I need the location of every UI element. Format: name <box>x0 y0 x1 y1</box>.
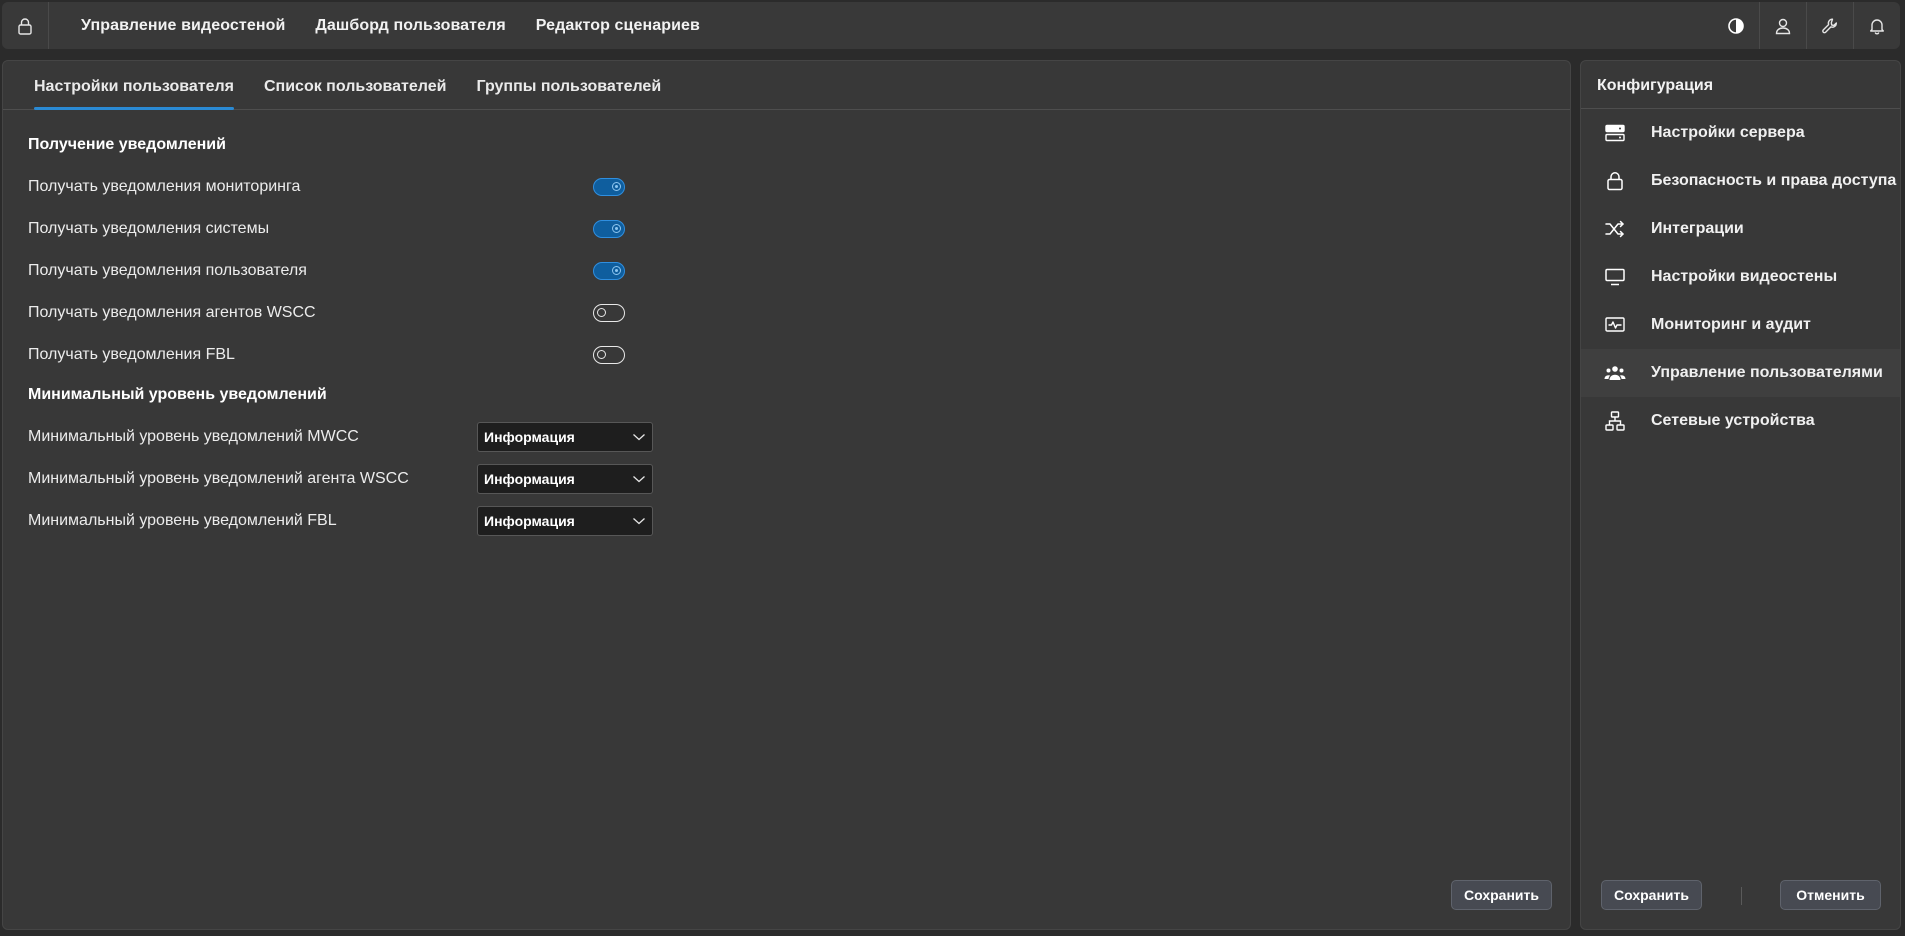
bell-icon <box>1868 17 1886 35</box>
activity-icon <box>1603 316 1627 334</box>
chevron-down-icon <box>632 515 646 527</box>
sidebar-list: Настройки сервера Безопасность и права д… <box>1581 109 1900 445</box>
select-value: Информация <box>484 429 575 445</box>
setting-row: Получать уведомления пользователя <box>28 250 628 292</box>
sidebar-item-user-management[interactable]: Управление пользователями <box>1581 349 1900 397</box>
sidebar-cancel-button[interactable]: Отменить <box>1780 880 1881 910</box>
users-icon <box>1603 364 1627 382</box>
shuffle-icon <box>1603 220 1627 238</box>
sidebar-item-integrations[interactable]: Интеграции <box>1581 205 1900 253</box>
sidebar-item-videowall-settings[interactable]: Настройки видеостены <box>1581 253 1900 301</box>
nav-videowall[interactable]: Управление видеостеной <box>81 17 285 35</box>
select-level-fbl[interactable]: Информация <box>477 506 653 536</box>
config-sidebar: Конфигурация Настройки сервера Безопасно <box>1580 60 1901 930</box>
lock-button[interactable] <box>2 2 49 49</box>
theme-contrast-icon <box>1727 17 1745 35</box>
top-right-icons <box>1713 2 1900 49</box>
sidebar-item-server-settings[interactable]: Настройки сервера <box>1581 109 1900 157</box>
toggle-monitoring[interactable] <box>593 178 625 196</box>
theme-toggle-button[interactable] <box>1713 2 1759 49</box>
top-bar: Управление видеостеной Дашборд пользоват… <box>2 2 1900 49</box>
setting-label: Минимальный уровень уведомлений MWCC <box>28 428 359 445</box>
sidebar-save-button[interactable]: Сохранить <box>1601 880 1702 910</box>
setting-label: Получать уведомления мониторинга <box>28 178 301 195</box>
monitor-icon <box>1603 268 1627 286</box>
setting-label: Получать уведомления пользователя <box>28 262 307 279</box>
tab-user-list[interactable]: Список пользователей <box>264 78 447 109</box>
user-icon <box>1774 17 1792 35</box>
toggle-user[interactable] <box>593 262 625 280</box>
setting-row: Получать уведомления мониторинга <box>28 166 628 208</box>
sidebar-item-monitoring-audit[interactable]: Мониторинг и аудит <box>1581 301 1900 349</box>
sidebar-item-label: Сетевые устройства <box>1651 412 1815 429</box>
notifications-button[interactable] <box>1853 2 1900 49</box>
lock-icon <box>17 17 33 35</box>
setting-label: Минимальный уровень уведомлений FBL <box>28 512 337 529</box>
toggle-wscc-agents[interactable] <box>593 304 625 322</box>
select-level-wscc-agent[interactable]: Информация <box>477 464 653 494</box>
setting-label: Минимальный уровень уведомлений агента W… <box>28 470 409 487</box>
setting-label: Получать уведомления агентов WSCC <box>28 304 316 321</box>
sidebar-item-label: Безопасность и права доступа <box>1651 172 1897 189</box>
setting-row: Минимальный уровень уведомлений FBL Инфо… <box>28 500 653 542</box>
settings-content: Получение уведомлений Получать уведомлен… <box>3 110 1570 542</box>
select-value: Информация <box>484 471 575 487</box>
sidebar-item-security[interactable]: Безопасность и права доступа <box>1581 157 1900 205</box>
nav-scenario-editor[interactable]: Редактор сценариев <box>536 17 700 35</box>
setting-label: Получать уведомления системы <box>28 220 270 237</box>
sidebar-item-label: Управление пользователями <box>1651 364 1883 381</box>
tab-user-settings[interactable]: Настройки пользователя <box>34 78 234 110</box>
lock-icon <box>1603 171 1627 191</box>
button-divider <box>1741 887 1742 905</box>
sidebar-item-label: Интеграции <box>1651 220 1744 237</box>
section-title-notifications: Получение уведомлений <box>28 136 226 153</box>
sidebar-item-label: Мониторинг и аудит <box>1651 316 1811 333</box>
tab-bar: Настройки пользователя Список пользовате… <box>3 61 1570 110</box>
wrench-icon <box>1821 17 1839 35</box>
toggle-fbl[interactable] <box>593 346 625 364</box>
setting-row: Получать уведомления системы <box>28 208 628 250</box>
network-icon <box>1603 411 1627 431</box>
nav-user-dashboard[interactable]: Дашборд пользователя <box>315 17 505 35</box>
setting-row: Минимальный уровень уведомлений агента W… <box>28 458 653 500</box>
chevron-down-icon <box>632 431 646 443</box>
sidebar-title: Конфигурация <box>1581 61 1900 109</box>
select-value: Информация <box>484 513 575 529</box>
main-panel: Настройки пользователя Список пользовате… <box>2 60 1571 930</box>
settings-button[interactable] <box>1806 2 1853 49</box>
setting-row: Получать уведомления агентов WSCC <box>28 292 628 334</box>
toggle-system[interactable] <box>593 220 625 238</box>
user-button[interactable] <box>1759 2 1806 49</box>
chevron-down-icon <box>632 473 646 485</box>
top-nav: Управление видеостеной Дашборд пользоват… <box>81 17 700 35</box>
server-icon <box>1603 124 1627 142</box>
setting-row: Минимальный уровень уведомлений MWCC Инф… <box>28 416 653 458</box>
tab-user-groups[interactable]: Группы пользователей <box>476 78 661 109</box>
section-title-min-level: Минимальный уровень уведомлений <box>28 386 327 403</box>
setting-label: Получать уведомления FBL <box>28 346 235 363</box>
sidebar-item-label: Настройки сервера <box>1651 124 1805 141</box>
sidebar-item-network-devices[interactable]: Сетевые устройства <box>1581 397 1900 445</box>
select-level-mwcc[interactable]: Информация <box>477 422 653 452</box>
sidebar-item-label: Настройки видеостены <box>1651 268 1838 285</box>
setting-row: Получать уведомления FBL <box>28 334 628 376</box>
save-button[interactable]: Сохранить <box>1451 880 1552 910</box>
